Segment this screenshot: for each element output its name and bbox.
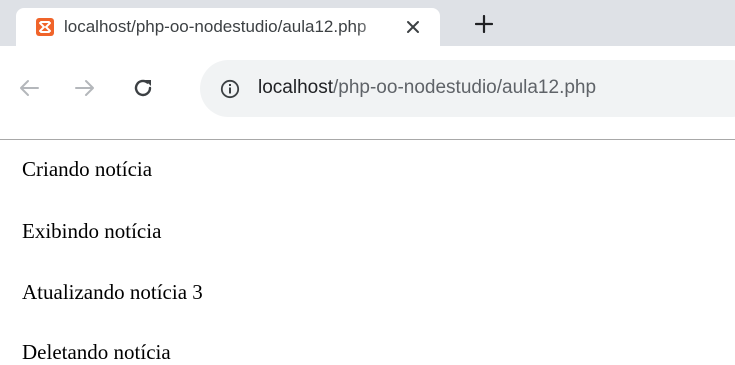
back-arrow-icon[interactable] bbox=[18, 77, 40, 99]
tab-title: localhost/php-oo-nodestudio/aula12.php bbox=[64, 17, 367, 36]
output-line: Exibindo notícia bbox=[22, 219, 162, 243]
browser-toolbar: localhost/php-oo-nodestudio/aula12.php bbox=[0, 46, 735, 140]
close-tab-icon[interactable] bbox=[404, 18, 422, 36]
browser-tab[interactable]: localhost/php-oo-nodestudio/aula12.php bbox=[16, 8, 440, 46]
output-line: Criando notícia bbox=[22, 157, 153, 181]
forward-arrow-icon[interactable] bbox=[74, 77, 96, 99]
info-icon[interactable] bbox=[220, 79, 240, 99]
reload-icon[interactable] bbox=[132, 77, 154, 99]
url-text[interactable]: localhost/php-oo-nodestudio/aula12.php bbox=[258, 77, 596, 99]
output-line: Deletando notícia bbox=[22, 340, 171, 364]
url-path: /php-oo-nodestudio/aula12.php bbox=[333, 77, 597, 98]
xampp-icon bbox=[36, 18, 54, 36]
url-host: localhost bbox=[258, 77, 333, 98]
new-tab-icon[interactable] bbox=[474, 14, 494, 34]
output-line: Atualizando notícia 3 bbox=[22, 280, 203, 304]
address-bar[interactable]: localhost/php-oo-nodestudio/aula12.php bbox=[200, 60, 735, 117]
page-content: Criando notícia Exibindo notícia Atualiz… bbox=[0, 140, 735, 364]
tab-strip: localhost/php-oo-nodestudio/aula12.php bbox=[0, 0, 735, 46]
